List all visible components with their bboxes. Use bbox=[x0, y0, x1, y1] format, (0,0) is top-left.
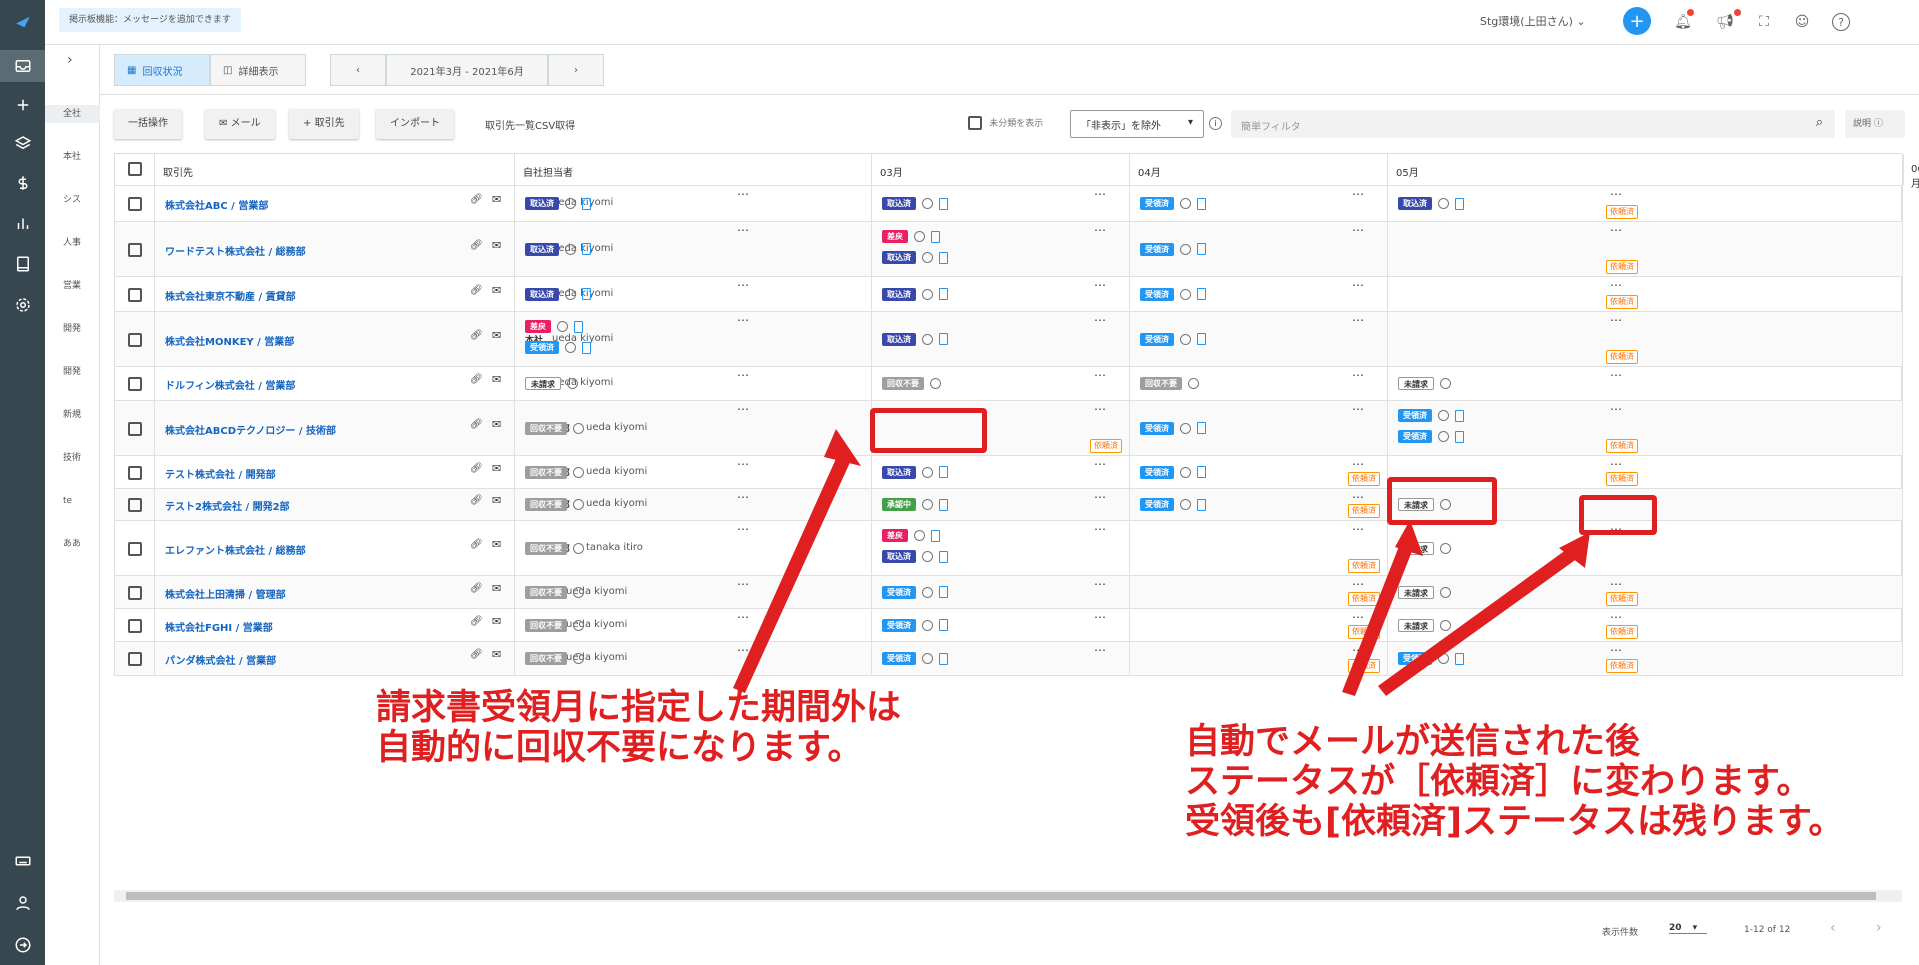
arrow-shaft-1 bbox=[733, 452, 852, 693]
arrow-head-1 bbox=[824, 429, 861, 466]
annotation-line: 自動でメールが送信された後 bbox=[1185, 722, 1641, 762]
annotation-line: ステータスが［依頼済］に変わります。 bbox=[1185, 762, 1812, 802]
arrow-shaft-3 bbox=[1378, 547, 1578, 696]
annotation-line: 請求書受領月に指定した期間外は bbox=[376, 688, 902, 728]
annotation-auto-mail: 自動でメールが送信された後 ステータスが［依頼済］に変わります。 受領後も[依頼… bbox=[1185, 722, 1844, 842]
annotation-out-of-period: 請求書受領月に指定した期間外は 自動的に回収不要になります。 bbox=[376, 688, 901, 768]
annotation-line: 受領後も[依頼済]ステータスは残ります。 bbox=[1185, 802, 1844, 842]
annotation-line: 自動的に回収不要になります。 bbox=[376, 728, 863, 768]
